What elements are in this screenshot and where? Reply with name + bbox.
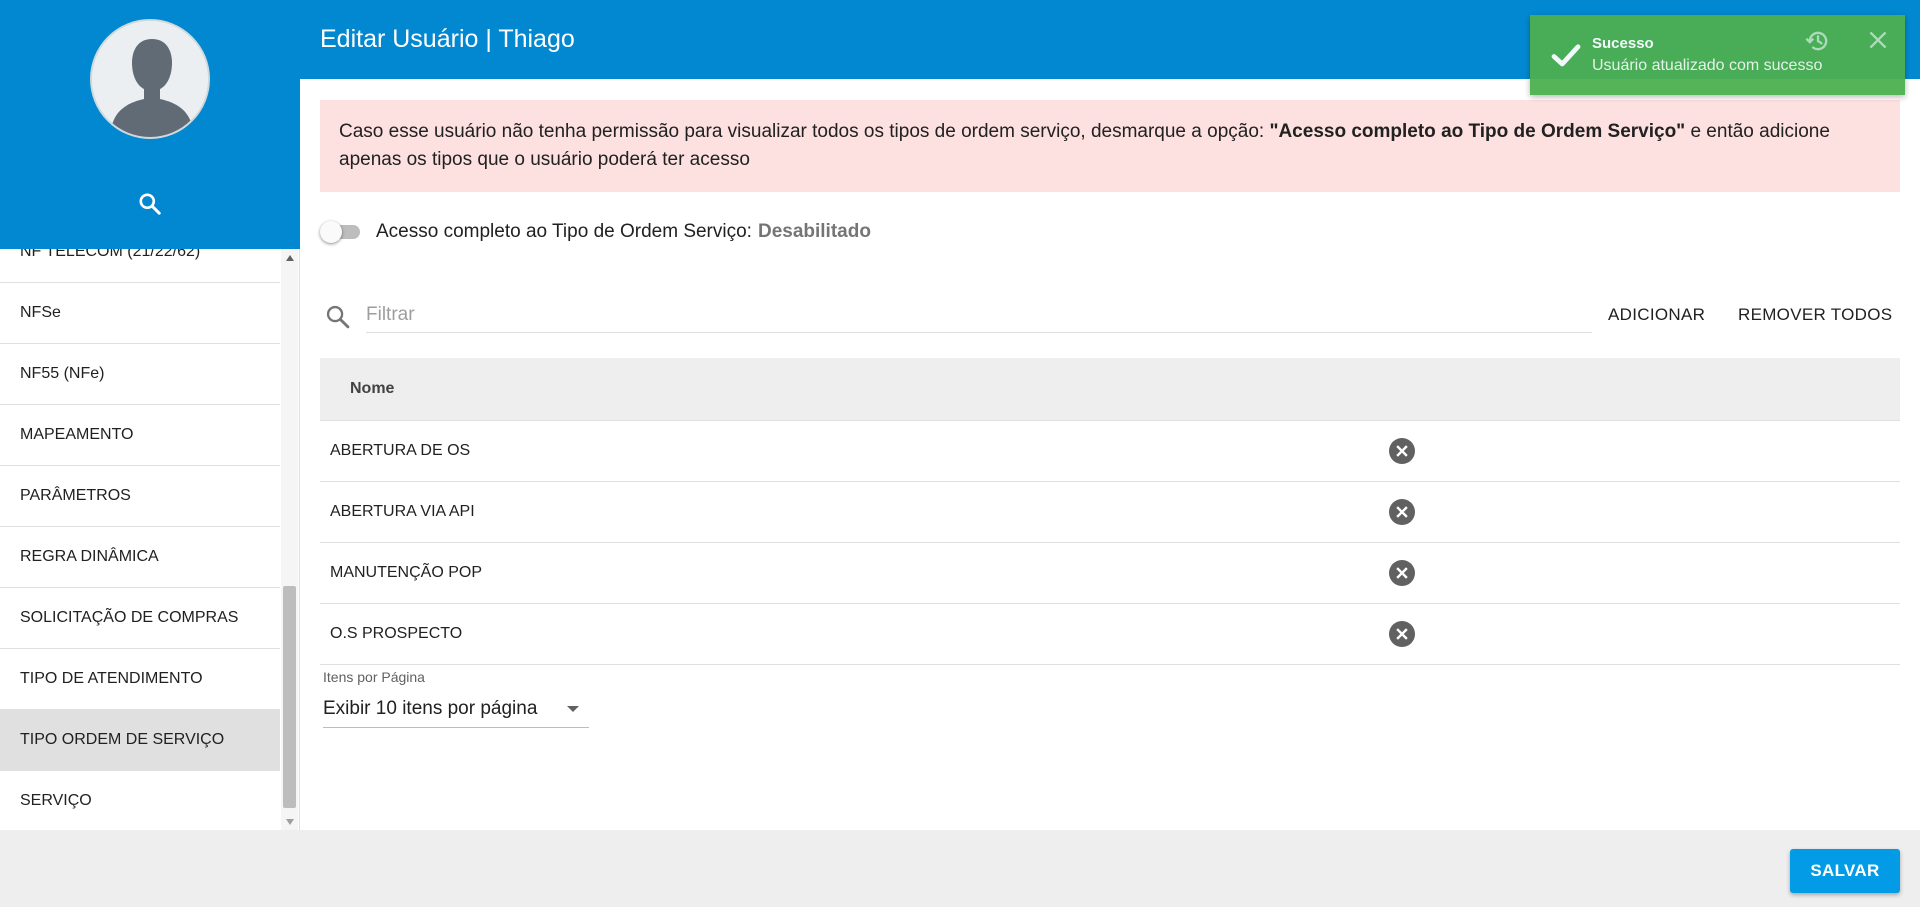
remove-all-button[interactable]: REMOVER TODOS [1738,300,1892,330]
sidebar-item[interactable]: NFSe [0,283,280,344]
sidebar-item[interactable]: SERVIÇO [0,771,280,830]
footer-bar: SALVAR [0,830,1920,907]
table-body: ABERTURA DE OS ABERTURA VIA API MANUTENÇÃO… [320,421,1900,665]
service-order-types-table: Nome ABERTURA DE OS ABERTURA VIA API MANUT… [320,358,1900,665]
sidebar-item[interactable]: TIPO DE ATENDIMENTO [0,649,280,710]
sidebar-item[interactable]: PARÂMETROS [0,466,280,527]
row-name: O.S PROSPECTO [330,625,463,642]
items-per-page-label: Itens por Página [323,669,425,685]
table-header: Nome [320,358,1900,421]
sidebar-scrollbar[interactable] [281,249,298,830]
alert-text-bold: "Acesso completo ao Tipo de Ordem Serviç… [1269,121,1686,142]
page-title: Editar Usuário | Thiago [320,25,575,53]
scroll-up-arrow-icon[interactable] [281,249,298,266]
access-toggle-row: Acesso completo ao Tipo de Ordem Serviço… [320,218,871,246]
remove-circle-icon[interactable] [1389,438,1415,464]
sidebar-menu-list: NF TELECOM (21/22/62) NFSe NF55 (NFe) MAPEA… [0,249,280,830]
access-toggle-status: Desabilitado [757,221,871,242]
user-silhouette-icon [92,21,208,137]
success-toast: Sucesso Usuário atualizado com sucesso [1530,15,1905,95]
scroll-down-arrow-icon[interactable] [281,813,298,830]
filter-input[interactable] [366,297,1592,333]
toast-message: Usuário atualizado com sucesso [1592,57,1823,74]
search-icon [139,193,161,215]
row-name: ABERTURA DE OS [330,442,471,459]
access-toggle-switch[interactable] [320,218,364,246]
scroll-thumb[interactable] [283,586,296,808]
column-header-nome: Nome [350,380,395,397]
table-row: ABERTURA VIA API [320,482,1900,543]
close-icon[interactable] [1865,27,1891,53]
permission-alert: Caso esse usuário não tenha permissão pa… [320,100,1900,192]
items-per-page-select[interactable]: Exibir 10 itens por página [323,690,589,728]
sidebar-item[interactable]: SOLICITAÇÃO DE COMPRAS [0,588,280,649]
chevron-down-icon [567,706,579,712]
remove-circle-icon[interactable] [1389,499,1415,525]
alert-text-before: Caso esse usuário não tenha permissão pa… [339,121,1270,142]
sidebar-menu: NF TELECOM (21/22/62) NFSe NF55 (NFe) MAPEA… [0,249,280,830]
avatar [90,19,210,139]
sidebar-item[interactable]: REGRA DINÂMICA [0,527,280,588]
save-button[interactable]: SALVAR [1790,849,1900,893]
remove-circle-icon[interactable] [1389,560,1415,586]
table-row: O.S PROSPECTO [320,604,1900,665]
sidebar-item[interactable]: NF TELECOM (21/22/62) [0,249,280,283]
sidebar-header [0,0,300,249]
check-icon [1551,44,1581,67]
table-row: ABERTURA DE OS [320,421,1900,482]
add-button[interactable]: ADICIONAR [1608,300,1705,330]
toast-title: Sucesso [1592,35,1654,52]
items-per-page-value: Exibir 10 itens por página [323,697,538,719]
sidebar-item[interactable]: MAPEAMENTO [0,405,280,466]
history-icon[interactable] [1804,27,1832,55]
sidebar-item[interactable]: NF55 (NFe) [0,344,280,405]
remove-circle-icon[interactable] [1389,621,1415,647]
row-name: MANUTENÇÃO POP [330,564,483,581]
row-name: ABERTURA VIA API [330,503,475,520]
sidebar: NF TELECOM (21/22/62) NFSe NF55 (NFe) MAPEA… [0,0,300,830]
filter-search-icon [324,303,352,331]
sidebar-search-button[interactable] [136,190,164,218]
sidebar-item[interactable]: TIPO ORDEM DE SERVIÇO [0,710,280,771]
table-row: MANUTENÇÃO POP [320,543,1900,604]
toggle-thumb [320,221,342,243]
access-toggle-label: Acesso completo ao Tipo de Ordem Serviço… [376,221,752,242]
